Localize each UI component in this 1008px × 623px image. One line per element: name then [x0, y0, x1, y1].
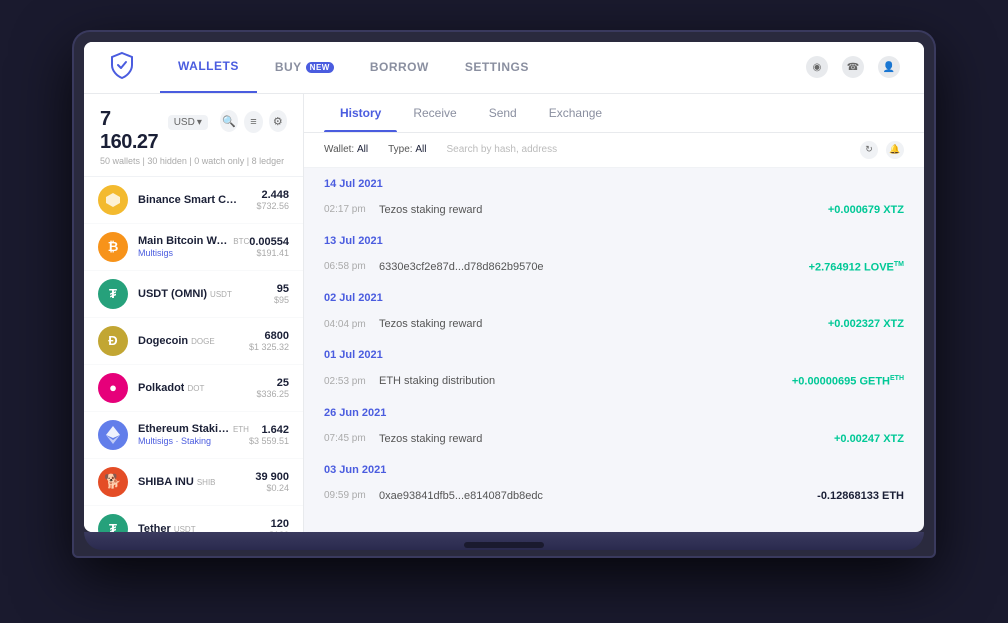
nav-wallets[interactable]: WALLETS [160, 42, 257, 94]
wallet-item[interactable]: Ð Dogecoin DOGE 6800 [84, 318, 303, 365]
wifi-icon[interactable]: ◉ [806, 56, 828, 78]
tx-desc: 0xae93841dfb5...e814087db8edc [379, 490, 817, 502]
tx-amount: +0.002327 XTZ [828, 318, 904, 330]
tab-receive[interactable]: Receive [397, 94, 472, 132]
wallet-balance: 1.642 $3 559.51 [249, 424, 289, 446]
wallet-balance: 6800 $1 325.32 [249, 330, 289, 352]
date-separator: 14 Jul 2021 [324, 168, 904, 196]
panel-tabs: History Receive Send Exchange [304, 94, 924, 133]
right-panel: History Receive Send Exchange [304, 94, 924, 532]
wallet-list: Binance Smart Chain... 2.448 $732.56 [84, 177, 303, 532]
filter-right-icons: ↻ 🔔 [860, 141, 904, 159]
wallet-info: SHIBA INU SHIB [138, 476, 255, 488]
tab-exchange[interactable]: Exchange [533, 94, 618, 132]
nav-borrow[interactable]: BORROW [352, 42, 447, 94]
filter-bar: Wallet: All Type: All Search by hash, ad… [304, 133, 924, 168]
wallet-item[interactable]: Binance Smart Chain... 2.448 $732.56 [84, 177, 303, 224]
tx-row[interactable]: 06:58 pm 6330e3cf2e87d...d78d862b9570e +… [324, 253, 904, 283]
sidebar-header: 7 160.27 USD ▾ 🔍 ≡ ⚙ 50 wallets | 3 [84, 94, 303, 177]
nav-buy[interactable]: BUY NEW [257, 42, 352, 94]
wallet-item[interactable]: 🐕 SHIBA INU SHIB 39 900 [84, 459, 303, 506]
refresh-icon[interactable]: ↻ [860, 141, 878, 159]
nav-items: WALLETS BUY NEW BORROW SETTINGS [160, 42, 806, 94]
tx-time: 06:58 pm [324, 261, 379, 272]
sidebar: 7 160.27 USD ▾ 🔍 ≡ ⚙ 50 wallets | 3 [84, 94, 304, 532]
date-separator: 03 Jun 2021 [324, 454, 904, 482]
search-wallets-btn[interactable]: 🔍 [220, 110, 238, 132]
wallet-info: USDT (OMNI) USDT [138, 288, 274, 300]
wallet-icon-shib: 🐕 [98, 467, 128, 497]
wallet-balance: 0.00554 $191.41 [249, 236, 289, 258]
wallet-balance: 25 $336.25 [256, 377, 289, 399]
balance-row: 7 160.27 USD ▾ 🔍 ≡ ⚙ [100, 108, 287, 154]
wallet-info: Main Bitcoin Wallet BTC Multisigs [138, 235, 249, 258]
type-filter[interactable]: Type: All [388, 144, 426, 155]
wallet-item[interactable]: ₿ Main Bitcoin Wallet BTC Multisigs [84, 224, 303, 271]
wallet-icon-dot: ● [98, 373, 128, 403]
wallet-icon-doge: Ð [98, 326, 128, 356]
date-separator: 13 Jul 2021 [324, 225, 904, 253]
date-separator: 02 Jul 2021 [324, 282, 904, 310]
tx-time: 04:04 pm [324, 319, 379, 330]
main-content: 7 160.27 USD ▾ 🔍 ≡ ⚙ 50 wallets | 3 [84, 94, 924, 532]
wallet-item[interactable]: Ethereum Staking ETH Multisigs · Staking… [84, 412, 303, 459]
tx-amount: +2.764912 LOVETM [809, 261, 904, 274]
wallet-info: Binance Smart Chain... [138, 194, 256, 206]
search-filter[interactable]: Search by hash, address [446, 144, 840, 155]
wallet-balance: 2.448 $732.56 [256, 189, 289, 211]
tx-desc: Tezos staking reward [379, 318, 828, 330]
wallet-meta: 50 wallets | 30 hidden | 0 watch only | … [100, 156, 287, 166]
tx-amount: +0.00247 XTZ [834, 433, 904, 445]
wallet-info: Polkadot DOT [138, 382, 256, 394]
wallet-balance: 39 900 $0.24 [255, 471, 289, 493]
tx-time: 02:53 pm [324, 376, 379, 387]
tx-desc: Tezos staking reward [379, 433, 834, 445]
wallet-balance: 120 $120 [269, 518, 289, 532]
tx-row[interactable]: 07:45 pm Tezos staking reward +0.00247 X… [324, 425, 904, 454]
tx-time: 07:45 pm [324, 433, 379, 444]
wallet-icon-usdt: ₮ [98, 279, 128, 309]
wallet-icon-tether: ₮ [98, 514, 128, 532]
tx-row[interactable]: 02:53 pm ETH staking distribution +0.000… [324, 367, 904, 397]
tx-row[interactable]: 04:04 pm Tezos staking reward +0.002327 … [324, 310, 904, 339]
settings-wallets-btn[interactable]: ⚙ [269, 110, 287, 132]
phone-icon[interactable]: ☎ [842, 56, 864, 78]
wallet-item[interactable]: ● Polkadot DOT 25 [84, 365, 303, 412]
wallet-icon-btc: ₿ [98, 232, 128, 262]
top-nav: WALLETS BUY NEW BORROW SETTINGS [84, 42, 924, 94]
nav-settings[interactable]: SETTINGS [447, 42, 547, 94]
user-icon[interactable]: 👤 [878, 56, 900, 78]
tx-time: 09:59 pm [324, 490, 379, 501]
date-separator: 01 Jul 2021 [324, 339, 904, 367]
tx-desc: 6330e3cf2e87d...d78d862b9570e [379, 261, 809, 273]
bell-icon[interactable]: 🔔 [886, 141, 904, 159]
currency-selector[interactable]: USD ▾ [168, 115, 208, 130]
tx-row[interactable]: 02:17 pm Tezos staking reward +0.000679 … [324, 196, 904, 225]
wallet-item[interactable]: ₮ USDT (OMNI) USDT 95 [84, 271, 303, 318]
tx-amount: +0.00000695 GETHETH [792, 375, 904, 388]
total-balance: 7 160.27 [100, 108, 162, 154]
tab-history[interactable]: History [324, 94, 397, 132]
wallet-icon-bsc [98, 185, 128, 215]
wallet-info: Ethereum Staking ETH Multisigs · Staking [138, 423, 249, 446]
tab-send[interactable]: Send [473, 94, 533, 132]
app-logo [108, 51, 136, 84]
wallet-info: Dogecoin DOGE [138, 335, 249, 347]
tx-amount: -0.12868133 ETH [817, 490, 904, 502]
tx-desc: Tezos staking reward [379, 204, 828, 216]
wallet-filter[interactable]: Wallet: All [324, 144, 368, 155]
tx-time: 02:17 pm [324, 204, 379, 215]
tx-amount: +0.000679 XTZ [828, 204, 904, 216]
history-list: 14 Jul 2021 02:17 pm Tezos staking rewar… [304, 168, 924, 532]
wallet-item[interactable]: ₮ Tether USDT 120 [84, 506, 303, 532]
filter-wallets-btn[interactable]: ≡ [244, 111, 262, 133]
wallet-balance: 95 $95 [274, 283, 289, 305]
nav-right-icons: ◉ ☎ 👤 [806, 56, 900, 78]
wallet-icon-eth [98, 420, 128, 450]
wallet-info: Tether USDT [138, 523, 269, 532]
tx-row[interactable]: 09:59 pm 0xae93841dfb5...e814087db8edc -… [324, 482, 904, 511]
tx-desc: ETH staking distribution [379, 375, 792, 387]
nav-buy-badge: NEW [306, 62, 334, 73]
date-separator: 26 Jun 2021 [324, 397, 904, 425]
